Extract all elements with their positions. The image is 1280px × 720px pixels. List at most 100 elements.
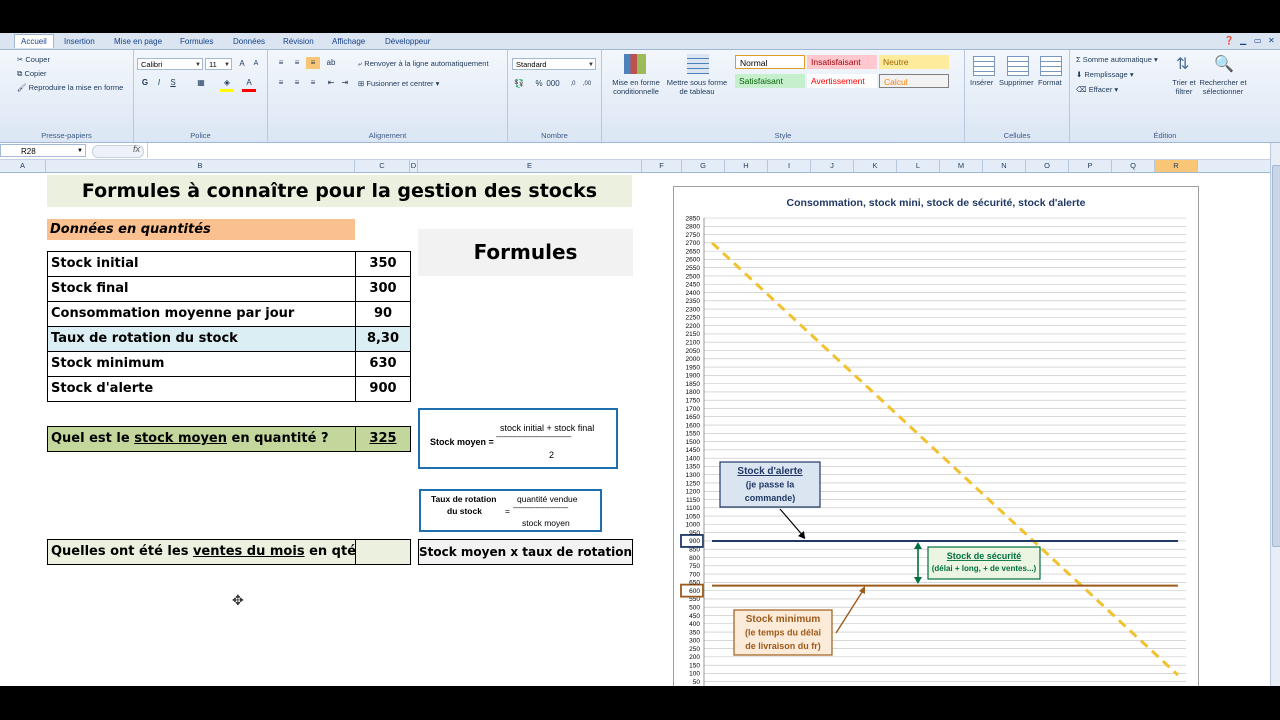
tab-7[interactable]: Développeur: [379, 35, 436, 48]
column-header-B[interactable]: B: [46, 160, 355, 172]
number-format-select[interactable]: Standard ▼: [512, 58, 596, 70]
bold-icon[interactable]: G: [138, 77, 152, 89]
fill-color-icon[interactable]: ◈: [220, 77, 234, 92]
data-row-label[interactable]: Stock minimum: [47, 351, 356, 377]
data-row-label[interactable]: Stock d'alerte: [47, 376, 356, 402]
data-row-label[interactable]: Stock initial: [47, 251, 356, 277]
conditional-format-button[interactable]: Mise en forme conditionnelle: [607, 78, 665, 96]
column-header-F[interactable]: F: [642, 160, 682, 172]
format-painter-button[interactable]: 🖌 Reproduire la mise en forme: [17, 83, 123, 92]
column-header-L[interactable]: L: [897, 160, 940, 172]
data-row-value[interactable]: 300: [355, 276, 411, 302]
formula-input[interactable]: [147, 143, 1268, 158]
column-header-E[interactable]: E: [418, 160, 642, 172]
close-icon[interactable]: ✕: [1268, 36, 1275, 45]
fill-button[interactable]: ⬇ Remplissage ▾: [1076, 70, 1134, 79]
tab-4[interactable]: Données: [227, 35, 271, 48]
data-row-value[interactable]: 630: [355, 351, 411, 377]
tab-1[interactable]: Insertion: [58, 35, 101, 48]
align-center-icon[interactable]: ≡: [290, 77, 304, 89]
question-ventes-mois[interactable]: Quelles ont été les ventes du mois en qt…: [47, 539, 356, 565]
name-box[interactable]: R28 ▼: [0, 144, 86, 157]
answer-ventes-mois[interactable]: [355, 539, 411, 565]
tab-0[interactable]: Accueil: [14, 34, 54, 48]
borders-icon[interactable]: ▦: [194, 77, 208, 89]
orientation-icon[interactable]: ab: [324, 57, 338, 69]
grow-font-icon[interactable]: A: [235, 58, 249, 70]
data-row-label[interactable]: Stock final: [47, 276, 356, 302]
format-cells-icon[interactable]: [1040, 56, 1062, 76]
cell-style-1[interactable]: Insatisfaisant: [807, 55, 877, 69]
help-icon[interactable]: ❓: [1224, 36, 1234, 45]
minimize-icon[interactable]: ▁: [1240, 36, 1246, 45]
thousands-icon[interactable]: 000: [546, 78, 560, 90]
currency-icon[interactable]: 💱: [512, 78, 526, 90]
indent-increase-icon[interactable]: ⇥: [338, 77, 352, 89]
tab-5[interactable]: Révision: [277, 35, 320, 48]
scrollbar-thumb[interactable]: [1272, 165, 1280, 547]
insert-cells-button[interactable]: Insérer: [970, 78, 993, 87]
conditional-format-icon[interactable]: [624, 54, 646, 74]
align-left-icon[interactable]: ≡: [274, 77, 288, 89]
column-header-I[interactable]: I: [768, 160, 811, 172]
shrink-font-icon[interactable]: A: [249, 58, 263, 70]
merge-center-button[interactable]: ⊞ Fusionner et centrer ▾: [358, 79, 439, 88]
data-row-value[interactable]: 90: [355, 301, 411, 327]
column-header-G[interactable]: G: [682, 160, 725, 172]
data-row-value[interactable]: 350: [355, 251, 411, 277]
find-select-icon[interactable]: 🔍: [1214, 54, 1234, 74]
cut-button[interactable]: ✂ Couper: [17, 55, 50, 64]
worksheet[interactable]: Formules à connaître pour la gestion des…: [0, 173, 1270, 686]
restore-icon[interactable]: ▭: [1254, 36, 1262, 45]
underline-icon[interactable]: S: [166, 77, 180, 89]
vertical-scrollbar[interactable]: [1270, 143, 1280, 686]
column-header-C[interactable]: C: [355, 160, 410, 172]
chart-area[interactable]: Consommation, stock mini, stock de sécur…: [673, 186, 1199, 686]
insert-function-icon[interactable]: fx: [133, 144, 140, 154]
cell-style-2[interactable]: Neutre: [879, 55, 949, 69]
align-bottom-icon[interactable]: ≡: [306, 57, 320, 69]
increase-decimal-icon[interactable]: ,0: [566, 78, 580, 90]
data-row-value[interactable]: 8,30: [355, 326, 411, 352]
insert-cells-icon[interactable]: [973, 56, 995, 76]
sort-filter-icon[interactable]: ⇅: [1176, 54, 1189, 74]
find-select-button[interactable]: Rechercher et sélectionner: [1196, 78, 1250, 96]
italic-icon[interactable]: I: [152, 77, 166, 89]
tab-2[interactable]: Mise en page: [108, 35, 168, 48]
answer-stock-moyen[interactable]: 325: [355, 426, 411, 452]
column-header-P[interactable]: P: [1069, 160, 1112, 172]
indent-decrease-icon[interactable]: ⇤: [324, 77, 338, 89]
format-as-table-button[interactable]: Mettre sous forme de tableau: [664, 78, 730, 96]
font-size-select[interactable]: 11 ▼: [205, 58, 232, 70]
decrease-decimal-icon[interactable]: ,00: [580, 78, 594, 90]
delete-cells-icon[interactable]: [1007, 56, 1029, 76]
data-row-label[interactable]: Consommation moyenne par jour: [47, 301, 356, 327]
question-stock-moyen[interactable]: Quel est le stock moyen en quantité ?: [47, 426, 356, 452]
column-header-J[interactable]: J: [811, 160, 854, 172]
tab-3[interactable]: Formules: [174, 35, 219, 48]
cell-style-3[interactable]: Satisfaisant: [735, 74, 805, 88]
column-header-M[interactable]: M: [940, 160, 983, 172]
column-header-R[interactable]: R: [1155, 160, 1198, 172]
column-header-H[interactable]: H: [725, 160, 768, 172]
font-name-select[interactable]: Calibri ▼: [137, 58, 203, 70]
format-cells-button[interactable]: Format: [1038, 78, 1062, 87]
column-header-D[interactable]: D: [410, 160, 418, 172]
cell-style-0[interactable]: Normal: [735, 55, 805, 69]
data-row-value[interactable]: 900: [355, 376, 411, 402]
wrap-text-button[interactable]: ⤶ Renvoyer à la ligne automatiquement: [358, 59, 489, 69]
column-header-A[interactable]: A: [0, 160, 46, 172]
column-header-N[interactable]: N: [983, 160, 1026, 172]
copy-button[interactable]: ⧉ Copier: [17, 69, 47, 79]
data-row-label[interactable]: Taux de rotation du stock: [47, 326, 356, 352]
align-top-icon[interactable]: ≡: [274, 57, 288, 69]
delete-cells-button[interactable]: Supprimer: [999, 78, 1034, 87]
cell-style-4[interactable]: Avertissement: [807, 74, 877, 88]
autosum-button[interactable]: Σ Somme automatique ▾: [1076, 55, 1158, 64]
column-header-K[interactable]: K: [854, 160, 897, 172]
align-right-icon[interactable]: ≡: [306, 77, 320, 89]
column-header-O[interactable]: O: [1026, 160, 1069, 172]
font-color-icon[interactable]: A: [242, 77, 256, 92]
align-middle-icon[interactable]: ≡: [290, 57, 304, 69]
percent-icon[interactable]: %: [532, 78, 546, 90]
